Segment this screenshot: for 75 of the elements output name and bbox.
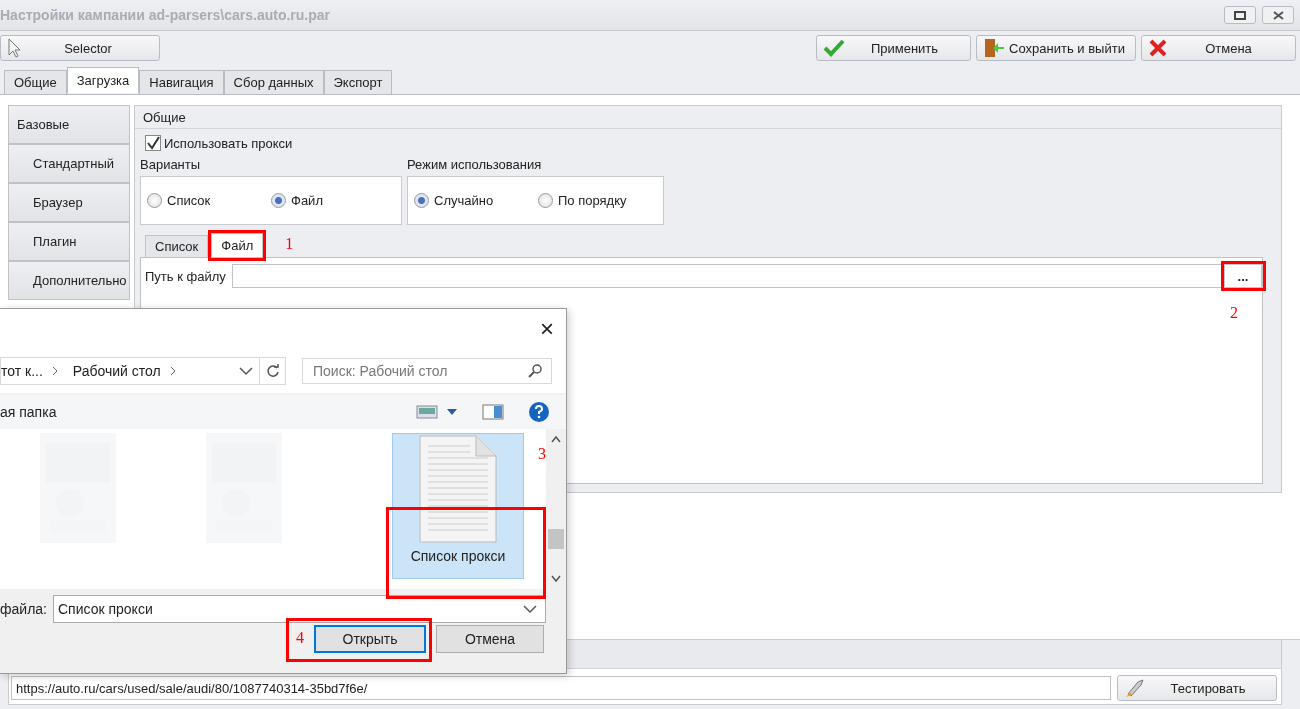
chevron-right-icon	[168, 366, 177, 376]
dropdown-icon[interactable]	[446, 408, 458, 416]
cursor-icon	[7, 38, 23, 58]
exit-door-icon	[983, 38, 1005, 58]
search-icon	[528, 364, 542, 378]
scrollbar-thumb[interactable]	[548, 529, 564, 549]
checkbox-label: Использовать прокси	[164, 135, 293, 151]
maximize-button[interactable]	[1224, 6, 1256, 24]
file-name-label: файла:	[0, 601, 47, 617]
refresh-icon	[265, 364, 280, 378]
chevron-down-icon[interactable]	[239, 366, 253, 376]
tab[interactable]: Общие	[4, 70, 67, 94]
scroll-down-icon[interactable]	[550, 575, 562, 583]
apply-button[interactable]: Применить	[816, 35, 971, 61]
search-field[interactable]: Поиск: Рабочий стол	[302, 358, 552, 384]
tab[interactable]: Загрузка	[66, 67, 140, 93]
sidebar-header[interactable]: Базовые	[8, 105, 130, 144]
address-bar[interactable]: тот к... Рабочий стол	[0, 357, 260, 385]
cancel-button[interactable]: Отмена	[1141, 35, 1296, 61]
annotation-number: 1	[285, 235, 294, 253]
browse-button[interactable]: ...	[1224, 264, 1262, 288]
path-field[interactable]	[231, 264, 1224, 288]
group-title: Общие	[143, 109, 186, 125]
radio-label: По порядку	[558, 193, 627, 208]
url-field[interactable]: https://auto.ru/cars/used/sale/audi/80/1087740314-35bd7f6e/	[11, 676, 1111, 700]
tab[interactable]: Экспорт	[323, 70, 393, 94]
document-icon	[418, 434, 498, 544]
close-button[interactable]	[1262, 6, 1294, 24]
radio-button[interactable]	[538, 193, 553, 208]
tab[interactable]: Навигация	[139, 70, 224, 94]
preview-pane-icon[interactable]	[482, 404, 504, 420]
sidebar-item[interactable]: Дополнительно	[8, 261, 130, 300]
cancel-button[interactable]: Отмена	[436, 625, 544, 653]
maximize-icon	[1234, 10, 1246, 20]
tab[interactable]: Файл	[211, 233, 264, 257]
open-button[interactable]: Открыть	[314, 625, 426, 653]
highlight-frame	[208, 230, 267, 261]
file-name-field[interactable]: Список прокси	[53, 595, 546, 623]
test-button[interactable]: Тестировать	[1117, 675, 1277, 701]
cross-icon	[1148, 39, 1168, 57]
scrollbar[interactable]	[546, 429, 566, 589]
save-exit-button[interactable]: Сохранить и выйти	[976, 35, 1136, 61]
close-button[interactable]: ×	[536, 317, 558, 341]
sidebar-item[interactable]: Браузер	[8, 183, 130, 222]
option-group-title: Варианты	[140, 157, 202, 172]
sidebar-item[interactable]: Плагин	[8, 222, 130, 261]
annotation-number: 2	[1230, 304, 1238, 322]
checkmark-icon	[823, 39, 845, 57]
window-title: Настройки кампании ad-parsers\cars.auto.ru.par	[0, 7, 331, 23]
radio-label: Случайно	[434, 193, 494, 208]
checkbox[interactable]	[145, 135, 161, 151]
refresh-button[interactable]	[260, 357, 286, 385]
radio-label: Список	[167, 193, 211, 208]
sidebar-item[interactable]: Стандартный	[8, 144, 130, 183]
radio-button[interactable]	[147, 193, 162, 208]
breadcrumb-item[interactable]: Рабочий стол	[72, 363, 161, 379]
highlight-frame	[1221, 261, 1266, 291]
tab[interactable]: Сбор данных	[223, 70, 324, 94]
new-folder-button[interactable]: ая папка	[0, 404, 57, 420]
close-icon	[1272, 10, 1284, 20]
path-label: Путь к файлу	[145, 268, 226, 284]
radio-button[interactable]	[271, 193, 286, 208]
radio-button[interactable]	[414, 193, 429, 208]
annotation-number: 4	[296, 629, 304, 647]
selector-button[interactable]: Selector	[0, 35, 160, 61]
tab[interactable]: Список	[145, 235, 209, 257]
chevron-down-icon[interactable]	[523, 604, 537, 614]
breadcrumb-item[interactable]: тот к...	[1, 363, 43, 379]
radio-label: Файл	[291, 193, 323, 208]
scroll-up-icon[interactable]	[550, 435, 562, 443]
file-item[interactable]: Список прокси	[392, 433, 524, 579]
annotation-number: 3	[538, 445, 546, 463]
option-group-title: Режим использования	[407, 157, 543, 172]
chevron-right-icon	[50, 366, 59, 376]
help-icon[interactable]	[528, 401, 550, 423]
